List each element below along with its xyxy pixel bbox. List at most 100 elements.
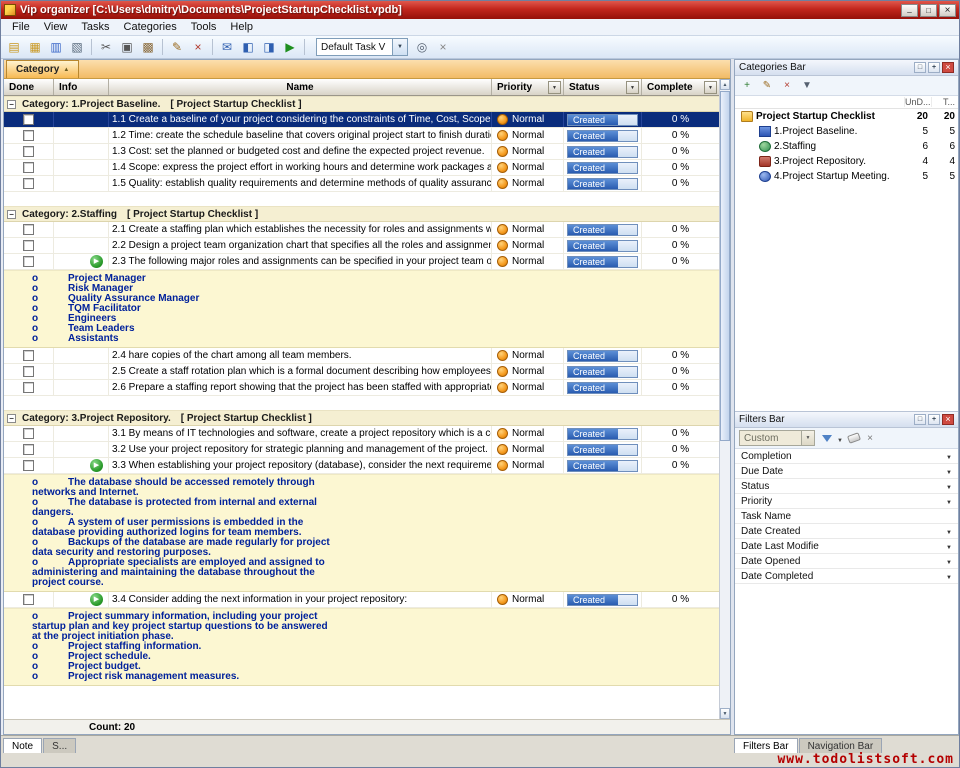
tab-note[interactable]: Note bbox=[3, 738, 42, 753]
task-done-checkbox[interactable] bbox=[23, 366, 34, 377]
task-row[interactable]: 2.3 The following major roles and assign… bbox=[4, 254, 719, 270]
chevron-down-icon[interactable] bbox=[392, 39, 407, 55]
open-file-button[interactable]: ▦ bbox=[25, 37, 45, 57]
find-button[interactable]: ◎ bbox=[412, 37, 432, 57]
tab-navigation-bar[interactable]: Navigation Bar bbox=[799, 738, 883, 753]
task-done-checkbox[interactable] bbox=[23, 114, 34, 125]
menu-categories[interactable]: Categories bbox=[117, 20, 184, 34]
menu-tasks[interactable]: Tasks bbox=[74, 20, 116, 34]
filter-preset-combo[interactable]: Custom bbox=[739, 430, 815, 446]
category-tree-item[interactable]: 2.Staffing66 bbox=[735, 139, 958, 154]
complete-filter-dropdown[interactable] bbox=[704, 81, 717, 94]
task-row[interactable]: 2.5 Create a staff rotation plan which i… bbox=[4, 364, 719, 380]
chevron-down-icon[interactable] bbox=[801, 431, 814, 445]
remove-filter-button[interactable]: × bbox=[863, 433, 877, 444]
export-button[interactable]: ◧ bbox=[238, 37, 258, 57]
copy-button[interactable]: ▣ bbox=[117, 37, 137, 57]
filter-row-task-name[interactable]: Task Name bbox=[735, 509, 958, 524]
filter-row-due-date[interactable]: Due Date bbox=[735, 464, 958, 479]
paste-button[interactable]: ▩ bbox=[138, 37, 158, 57]
column-header-total[interactable]: T... bbox=[931, 97, 958, 107]
chevron-down-icon[interactable] bbox=[942, 556, 956, 567]
task-row[interactable]: 1.4 Scope: express the project effort in… bbox=[4, 160, 719, 176]
view-options-button[interactable]: ▼ bbox=[798, 78, 816, 94]
collapse-group-icon[interactable] bbox=[7, 100, 16, 109]
column-header-status[interactable]: Status bbox=[564, 79, 642, 95]
clear-filter-icon[interactable] bbox=[847, 432, 861, 444]
tab-filters-bar[interactable]: Filters Bar bbox=[734, 738, 798, 753]
filter-row-status[interactable]: Status bbox=[735, 479, 958, 494]
maximize-button[interactable] bbox=[920, 4, 937, 17]
column-header-info[interactable]: Info bbox=[54, 79, 109, 95]
task-row[interactable]: 3.3 When establishing your project repos… bbox=[4, 458, 719, 474]
task-done-checkbox[interactable] bbox=[23, 130, 34, 141]
collapse-group-icon[interactable] bbox=[7, 414, 16, 423]
chevron-down-icon[interactable] bbox=[942, 541, 956, 552]
task-done-checkbox[interactable] bbox=[23, 460, 34, 471]
filter-row-date-completed[interactable]: Date Completed bbox=[735, 569, 958, 584]
task-row[interactable]: 1.2 Time: create the schedule baseline t… bbox=[4, 128, 719, 144]
task-done-checkbox[interactable] bbox=[23, 146, 34, 157]
chevron-down-icon[interactable] bbox=[942, 451, 956, 462]
import-button[interactable]: ◨ bbox=[259, 37, 279, 57]
pin-panel-button[interactable] bbox=[928, 414, 940, 425]
task-done-checkbox[interactable] bbox=[23, 224, 34, 235]
print-button[interactable]: ▧ bbox=[67, 37, 87, 57]
filter-row-date-last-modifie[interactable]: Date Last Modifie bbox=[735, 539, 958, 554]
group-header[interactable]: Category: 1.Project Baseline.[ Project S… bbox=[4, 96, 719, 112]
category-tree-item[interactable]: Project Startup Checklist2020 bbox=[735, 109, 958, 124]
category-tree-item[interactable]: 4.Project Startup Meeting.55 bbox=[735, 169, 958, 184]
group-header[interactable]: Category: 3.Project Repository.[ Project… bbox=[4, 410, 719, 426]
task-done-checkbox[interactable] bbox=[23, 240, 34, 251]
group-header[interactable]: Category: 2.Staffing[ Project Startup Ch… bbox=[4, 206, 719, 222]
chevron-down-icon[interactable] bbox=[942, 481, 956, 492]
chevron-down-icon[interactable] bbox=[942, 571, 956, 582]
column-header-complete[interactable]: Complete bbox=[642, 79, 719, 95]
category-tree-item[interactable]: 3.Project Repository.44 bbox=[735, 154, 958, 169]
scroll-down-button[interactable] bbox=[720, 708, 730, 719]
task-done-checkbox[interactable] bbox=[23, 428, 34, 439]
task-done-checkbox[interactable] bbox=[23, 178, 34, 189]
scroll-up-button[interactable] bbox=[720, 79, 730, 90]
task-type-combo[interactable]: Default Task V bbox=[316, 38, 408, 56]
menu-view[interactable]: View bbox=[37, 20, 75, 34]
task-done-checkbox[interactable] bbox=[23, 256, 34, 267]
task-done-checkbox[interactable] bbox=[23, 382, 34, 393]
close-panel-button[interactable] bbox=[942, 62, 954, 73]
task-row[interactable]: 1.1 Create a baseline of your project co… bbox=[4, 112, 719, 128]
chevron-down-icon[interactable] bbox=[942, 526, 956, 537]
task-done-checkbox[interactable] bbox=[23, 350, 34, 361]
column-header-done[interactable]: Done bbox=[4, 79, 54, 95]
task-row[interactable]: 3.2 Use your project repository for stra… bbox=[4, 442, 719, 458]
filter-row-priority[interactable]: Priority bbox=[735, 494, 958, 509]
email-button[interactable]: ✉ bbox=[217, 37, 237, 57]
edit-category-button[interactable]: ✎ bbox=[758, 78, 776, 94]
chevron-down-icon[interactable] bbox=[942, 496, 956, 507]
minimize-button[interactable] bbox=[901, 4, 918, 17]
task-row[interactable]: 1.3 Cost: set the planned or budgeted co… bbox=[4, 144, 719, 160]
task-done-checkbox[interactable] bbox=[23, 444, 34, 455]
filter-row-date-created[interactable]: Date Created bbox=[735, 524, 958, 539]
chevron-down-icon[interactable] bbox=[942, 466, 956, 477]
tab-category[interactable]: Category bbox=[6, 60, 79, 78]
task-done-checkbox[interactable] bbox=[23, 594, 34, 605]
filter-icon[interactable] bbox=[822, 435, 832, 442]
collapse-group-icon[interactable] bbox=[7, 210, 16, 219]
close-panel-button[interactable] bbox=[942, 414, 954, 425]
column-header-undone[interactable]: UnD... bbox=[904, 97, 931, 107]
add-category-button[interactable]: + bbox=[738, 78, 756, 94]
menu-file[interactable]: File bbox=[5, 20, 37, 34]
filter-row-date-opened[interactable]: Date Opened bbox=[735, 554, 958, 569]
new-task-button[interactable]: ▤ bbox=[4, 37, 24, 57]
run-button[interactable]: ▶ bbox=[280, 37, 300, 57]
tab-s[interactable]: S... bbox=[43, 738, 76, 753]
scrollbar-thumb[interactable] bbox=[720, 91, 730, 441]
task-row[interactable]: 3.4 Consider adding the next information… bbox=[4, 592, 719, 608]
task-done-checkbox[interactable] bbox=[23, 162, 34, 173]
clear-search-button[interactable]: × bbox=[433, 37, 453, 57]
close-button[interactable] bbox=[939, 4, 956, 17]
save-button[interactable]: ▥ bbox=[46, 37, 66, 57]
column-header-name[interactable]: Name bbox=[109, 79, 492, 95]
column-header-priority[interactable]: Priority bbox=[492, 79, 564, 95]
cut-button[interactable]: ✂ bbox=[96, 37, 116, 57]
